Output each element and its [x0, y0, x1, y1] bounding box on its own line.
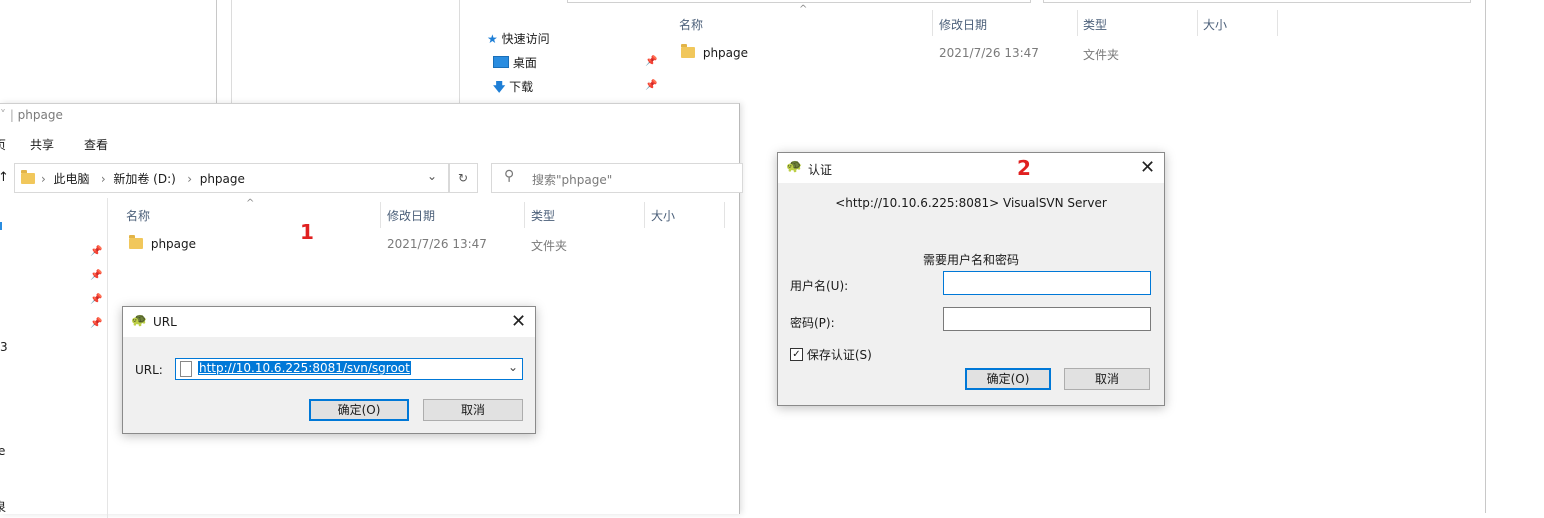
pin-icon: 📌 [645, 80, 658, 91]
nav-label: 快速访问 [501, 32, 550, 46]
breadcrumb-item[interactable]: 新加卷 (D:) [113, 172, 175, 186]
file-row[interactable]: phpage [129, 235, 197, 251]
star-icon: ★ [487, 32, 498, 46]
bg-address-bar[interactable] [567, 0, 1031, 3]
save-auth-label: 保存认证(S) [806, 348, 872, 362]
save-auth-checkbox[interactable]: ✓ 保存认证(S) [790, 346, 872, 363]
url-label: URL: [135, 363, 163, 377]
ribbon-tab-partial[interactable]: 页 [0, 136, 6, 153]
nav-item-downloads[interactable]: 🡇 下载 [493, 78, 533, 99]
auth-prompt: 需要用户名和密码 [922, 253, 1019, 267]
folder-icon [129, 235, 143, 249]
refresh-button[interactable]: ↻ [448, 163, 478, 193]
nav-partial-icon [0, 222, 2, 230]
file-type: 文件夹 [1083, 48, 1120, 62]
server-realm: <http://10.10.6.225:8081> VisualSVN Serv… [835, 196, 1107, 210]
file-row[interactable]: phpage [681, 44, 749, 60]
ok-button[interactable]: 确定(O) [309, 399, 409, 421]
url-dialog: 🐢 URL ✕ URL: http://10.10.6.225:8081/svn… [122, 306, 536, 434]
file-date: 2021/7/26 13:47 [939, 46, 1039, 60]
username-label: 用户名(U): [790, 279, 849, 293]
address-bar[interactable]: › 此电脑 › 新加卷 (D:) › phpage ⌄ [14, 163, 450, 193]
sort-chevron-icon: ^ [799, 4, 808, 15]
auth-dialog-titlebar: 🐢 认证 ✕ [778, 153, 1164, 183]
checkbox-checked-icon: ✓ [790, 348, 803, 361]
nav-partial-label: 3 [0, 340, 8, 354]
ok-button[interactable]: 确定(O) [965, 368, 1051, 390]
nav-partial-label: 泉 [0, 500, 7, 514]
dialog-title: URL [153, 315, 177, 329]
nav-item-desktop[interactable]: 桌面 [493, 54, 537, 71]
up-arrow-icon[interactable]: ↑ [0, 170, 9, 185]
refresh-icon: ↻ [457, 171, 469, 185]
cancel-button[interactable]: 取消 [1064, 368, 1150, 390]
nav-partial-label: e [0, 444, 6, 458]
column-header-date[interactable]: 修改日期 [387, 207, 435, 224]
tortoise-svn-icon: 🐢 [131, 313, 148, 328]
pin-icon: 📌 [90, 318, 103, 329]
file-date: 2021/7/26 13:47 [387, 237, 487, 251]
folder-icon [681, 44, 695, 58]
column-header-name[interactable]: 名称 [126, 207, 150, 224]
url-dialog-titlebar: 🐢 URL ✕ [123, 307, 535, 337]
search-icon: ⚲ [504, 168, 515, 184]
cancel-button[interactable]: 取消 [423, 399, 523, 421]
nav-label: 下载 [509, 80, 534, 94]
ribbon-tab-share[interactable]: 共享 [30, 136, 54, 153]
auth-dialog: 🐢 认证 ✕ <http://10.10.6.225:8081> VisualS… [777, 152, 1165, 406]
column-header-size[interactable]: 大小 [1203, 16, 1227, 33]
dialog-title: 认证 [808, 163, 833, 177]
bg-search-box[interactable] [1043, 0, 1471, 3]
pin-icon: 📌 [90, 270, 103, 281]
password-label: 密码(P): [790, 316, 835, 330]
column-header-name[interactable]: 名称 [679, 16, 703, 33]
close-icon[interactable]: ✕ [1140, 157, 1155, 178]
ribbon-tab-view[interactable]: 查看 [84, 136, 108, 153]
sort-chevron-icon: ^ [246, 198, 255, 209]
column-header-type[interactable]: 类型 [531, 207, 555, 224]
url-combobox[interactable]: http://10.10.6.225:8081/svn/sgroot ⌄ [175, 358, 523, 380]
breadcrumb: › 此电脑 › 新加卷 (D:) › phpage [41, 172, 245, 186]
url-value: http://10.10.6.225:8081/svn/sgroot [198, 361, 411, 375]
file-icon [180, 361, 192, 377]
pin-icon: 📌 [645, 56, 658, 67]
column-header-type[interactable]: 类型 [1083, 16, 1107, 33]
annotation-mark-1: 1 [300, 220, 314, 244]
nav-item-quick-access[interactable]: ★ 快速访问 [487, 30, 550, 47]
file-name: phpage [150, 237, 197, 251]
pin-icon: 📌 [90, 294, 103, 305]
pin-icon: 📌 [90, 246, 103, 257]
column-header-date[interactable]: 修改日期 [939, 16, 987, 33]
download-arrow-icon: 🡇 [493, 80, 506, 94]
search-placeholder: 搜索"phpage" [532, 173, 613, 187]
breadcrumb-item[interactable]: phpage [200, 172, 245, 186]
password-input[interactable] [943, 307, 1151, 331]
annotation-mark-2: 2 [1017, 156, 1031, 180]
window-title: ˅ | phpage [0, 108, 63, 122]
column-header-size[interactable]: 大小 [651, 207, 675, 224]
search-box[interactable]: ⚲ 搜索"phpage" [491, 163, 743, 193]
nav-label: 桌面 [512, 56, 537, 70]
username-input[interactable] [943, 271, 1151, 295]
file-name: phpage [702, 46, 749, 60]
chevron-down-icon[interactable]: ⌄ [508, 360, 518, 374]
close-icon[interactable]: ✕ [511, 311, 526, 332]
breadcrumb-item[interactable]: 此电脑 [53, 172, 89, 186]
tortoise-svn-icon: 🐢 [786, 159, 803, 174]
folder-icon [21, 170, 35, 184]
chevron-down-icon[interactable]: ⌄ [427, 169, 437, 183]
file-type: 文件夹 [531, 239, 568, 253]
desktop-icon [493, 56, 509, 68]
